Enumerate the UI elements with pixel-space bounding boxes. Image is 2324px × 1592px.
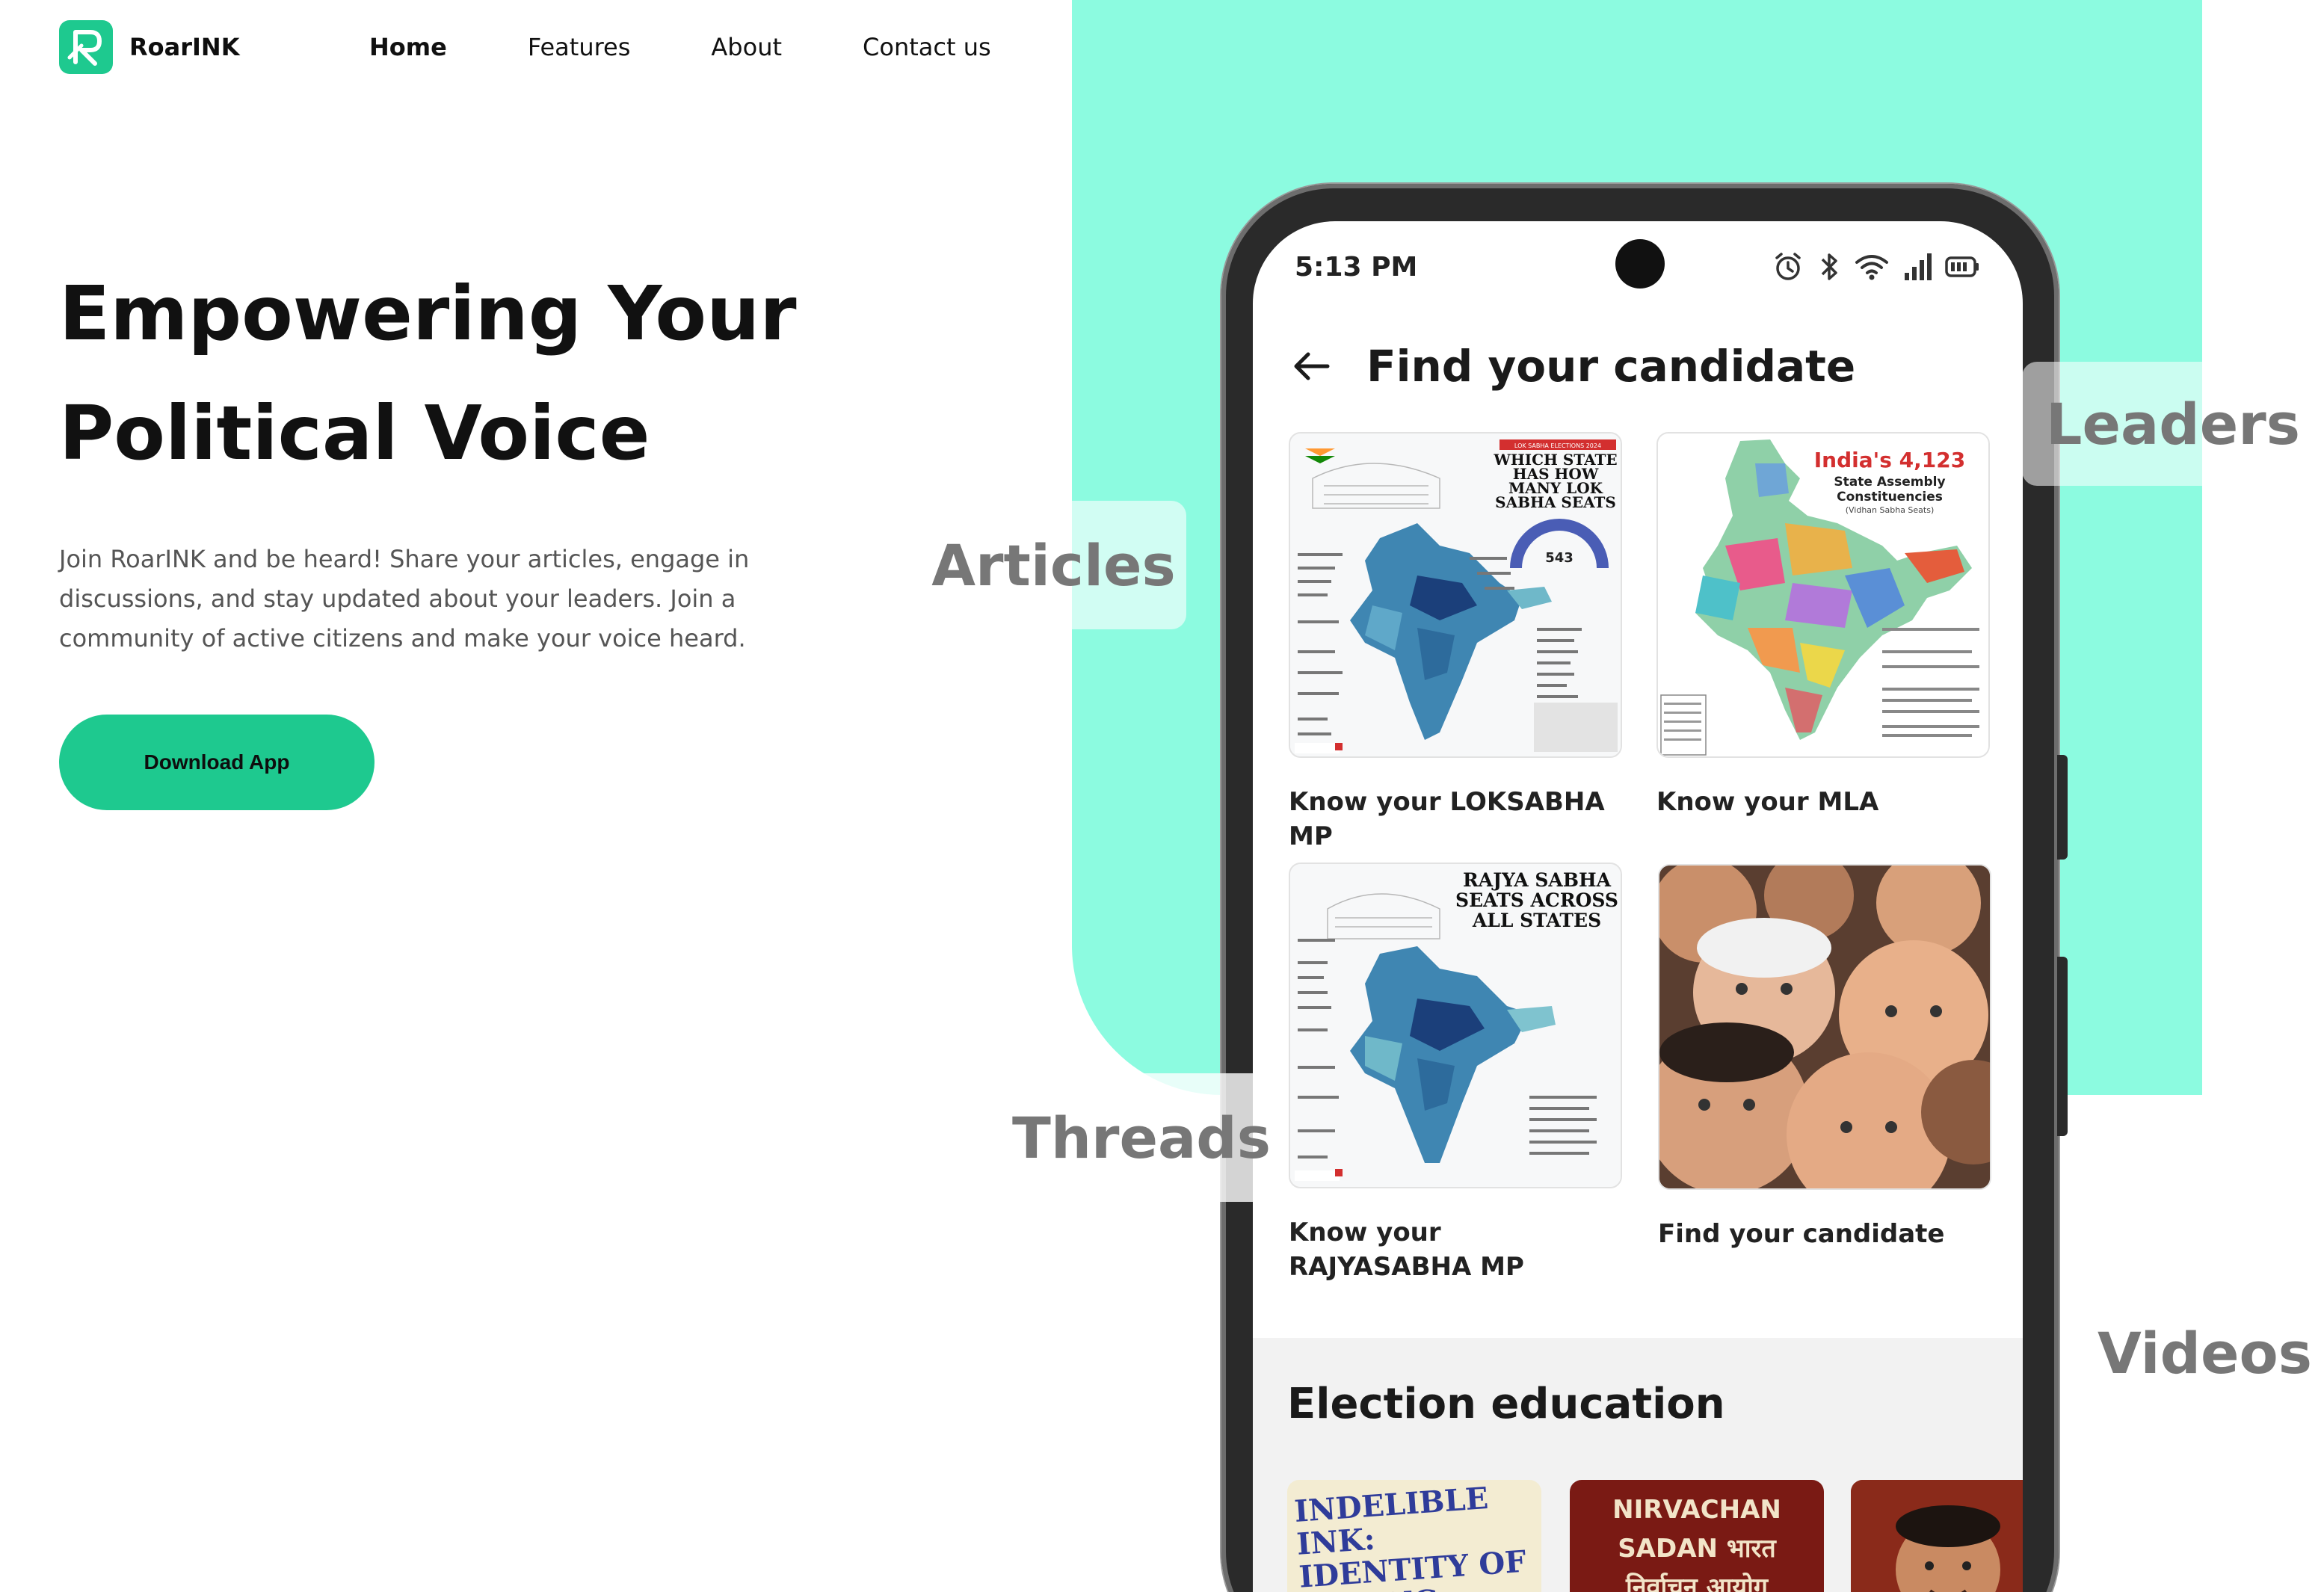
nav-features[interactable]: Features [528, 33, 631, 61]
edu-thumb-1-text: INDELIBLE INK: IDENTITY OF VOTING [1293, 1480, 1528, 1592]
nav-about[interactable]: About [711, 33, 782, 61]
screen-title: Find your candidate [1366, 341, 1856, 392]
download-app-button[interactable]: Download App [59, 715, 375, 810]
mla-map-image: India's 4,123 State Assembly Constituenc… [1656, 432, 1990, 758]
brand-name: RoarINK [129, 33, 240, 61]
screen-header: Find your candidate [1290, 341, 1855, 392]
rajyasabha-map-image: RAJYA SABHA SEATS ACROSS ALL STATES [1289, 863, 1622, 1188]
brand-logo[interactable]: RoarINK [59, 20, 239, 74]
mla-image-subtitle-2: Constituencies [1837, 490, 1943, 505]
bluetooth-icon [1821, 253, 1837, 280]
phone-volume-button [2057, 957, 2068, 1136]
election-education-title: Election education [1287, 1380, 1725, 1428]
back-arrow-icon[interactable] [1290, 350, 1332, 383]
wifi-icon [1855, 255, 1888, 280]
hero-description: Join RoarINK and be heard! Share your ar… [59, 545, 750, 652]
card-loksabha[interactable]: LOK SABHA ELECTIONS 2024 WHICH STATE HAS… [1289, 432, 1622, 854]
loksabha-image-title: WHICH STATE HAS HOW MANY LOK SABHA SEATS [1494, 453, 1618, 511]
card-mla[interactable]: India's 4,123 State Assembly Constituenc… [1656, 432, 1990, 819]
leaders-float-label: Leaders [2022, 362, 2324, 486]
edu-thumb-nirvachan-sadan[interactable]: NIRVACHAN SADAN भारत निर्वाचन आयोग [1570, 1480, 1824, 1592]
phone-side-button [2057, 755, 2068, 860]
card-rajyasabha-label: Know your RAJYASABHA MP [1289, 1218, 1524, 1282]
status-bar: 5:13 PM [1295, 248, 1981, 286]
nav-contact[interactable]: Contact us [863, 33, 991, 61]
card-find-candidate-label: Find your candidate [1658, 1219, 1945, 1249]
signal-icon [1905, 253, 1932, 280]
mla-image-subtitle-1: State Assembly [1834, 475, 1945, 490]
card-mla-label: Know your MLA [1656, 787, 1879, 817]
edu-thumb-indelible-ink[interactable]: INDELIBLE INK: IDENTITY OF VOTING [1287, 1480, 1541, 1592]
battery-icon [1945, 256, 1979, 277]
status-time: 5:13 PM [1295, 251, 1418, 283]
alarm-icon [1775, 253, 1801, 280]
videos-float-label: Videos [2086, 1289, 2324, 1416]
threads-float-label: Threads [1008, 1073, 1275, 1202]
mla-image-title: India's 4,123 [1814, 448, 1965, 472]
main-nav: Home Features About Contact us [369, 33, 991, 61]
candidates-collage-image [1658, 864, 1991, 1190]
loksabha-image-count: 543 [1545, 550, 1574, 566]
edu-thumb-speaker[interactable] [1851, 1480, 2023, 1592]
status-icons [1772, 250, 1981, 283]
phone-screen: 5:13 PM Find your candidate LOK SABHA EL… [1253, 221, 2023, 1592]
hero-title-line1: Empowering Your [59, 270, 797, 357]
roarink-logo-icon [59, 20, 113, 74]
card-find-candidate[interactable]: Find your candidate [1658, 864, 1991, 1251]
hero-title: Empowering Your Political Voice [59, 254, 956, 493]
mla-image-note: (Vidhan Sabha Seats) [1846, 505, 1935, 515]
articles-float-label: Articles [921, 501, 1186, 629]
card-loksabha-label: Know your LOKSABHA MP [1289, 787, 1605, 851]
edu-thumb-2-text: NIRVACHAN SADAN भारत निर्वाचन आयोग [1612, 1495, 1781, 1592]
hero-title-line2: Political Voice [59, 389, 650, 477]
election-education-section: Election education INDELIBLE INK: IDENTI… [1253, 1338, 2023, 1592]
nav-home[interactable]: Home [369, 33, 447, 61]
loksabha-map-image: LOK SABHA ELECTIONS 2024 WHICH STATE HAS… [1289, 432, 1622, 758]
rajyasabha-image-title: RAJYA SABHA SEATS ACROSS ALL STATES [1455, 870, 1618, 931]
loksabha-image-tag: LOK SABHA ELECTIONS 2024 [1514, 442, 1601, 449]
card-rajyasabha[interactable]: RAJYA SABHA SEATS ACROSS ALL STATES Know… [1289, 863, 1622, 1284]
